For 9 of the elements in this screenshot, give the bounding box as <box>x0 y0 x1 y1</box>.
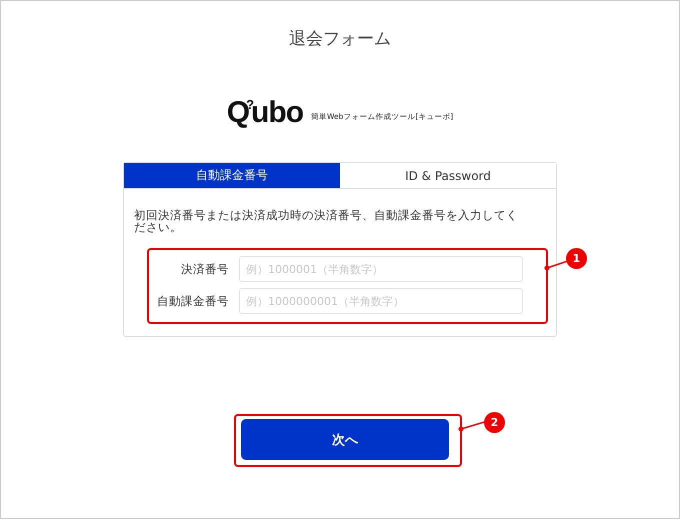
field-label: 自動課金番号 <box>156 294 229 308</box>
field-label: 決済番号 <box>180 262 229 276</box>
instruction-text: 初回決済番号または決済成功時の決済番号、自動課金番号を入力してください。 <box>134 209 519 233</box>
number-badge: 1 <box>566 248 587 269</box>
next-button[interactable]: 次へ <box>241 419 449 460</box>
number-badge: 2 <box>484 412 505 433</box>
page-title: 退会フォーム <box>288 28 392 50</box>
tab[interactable]: 自動課金番号 <box>124 163 340 188</box>
logo-wordmark: Q$^{?}$ubo <box>226 98 304 128</box>
